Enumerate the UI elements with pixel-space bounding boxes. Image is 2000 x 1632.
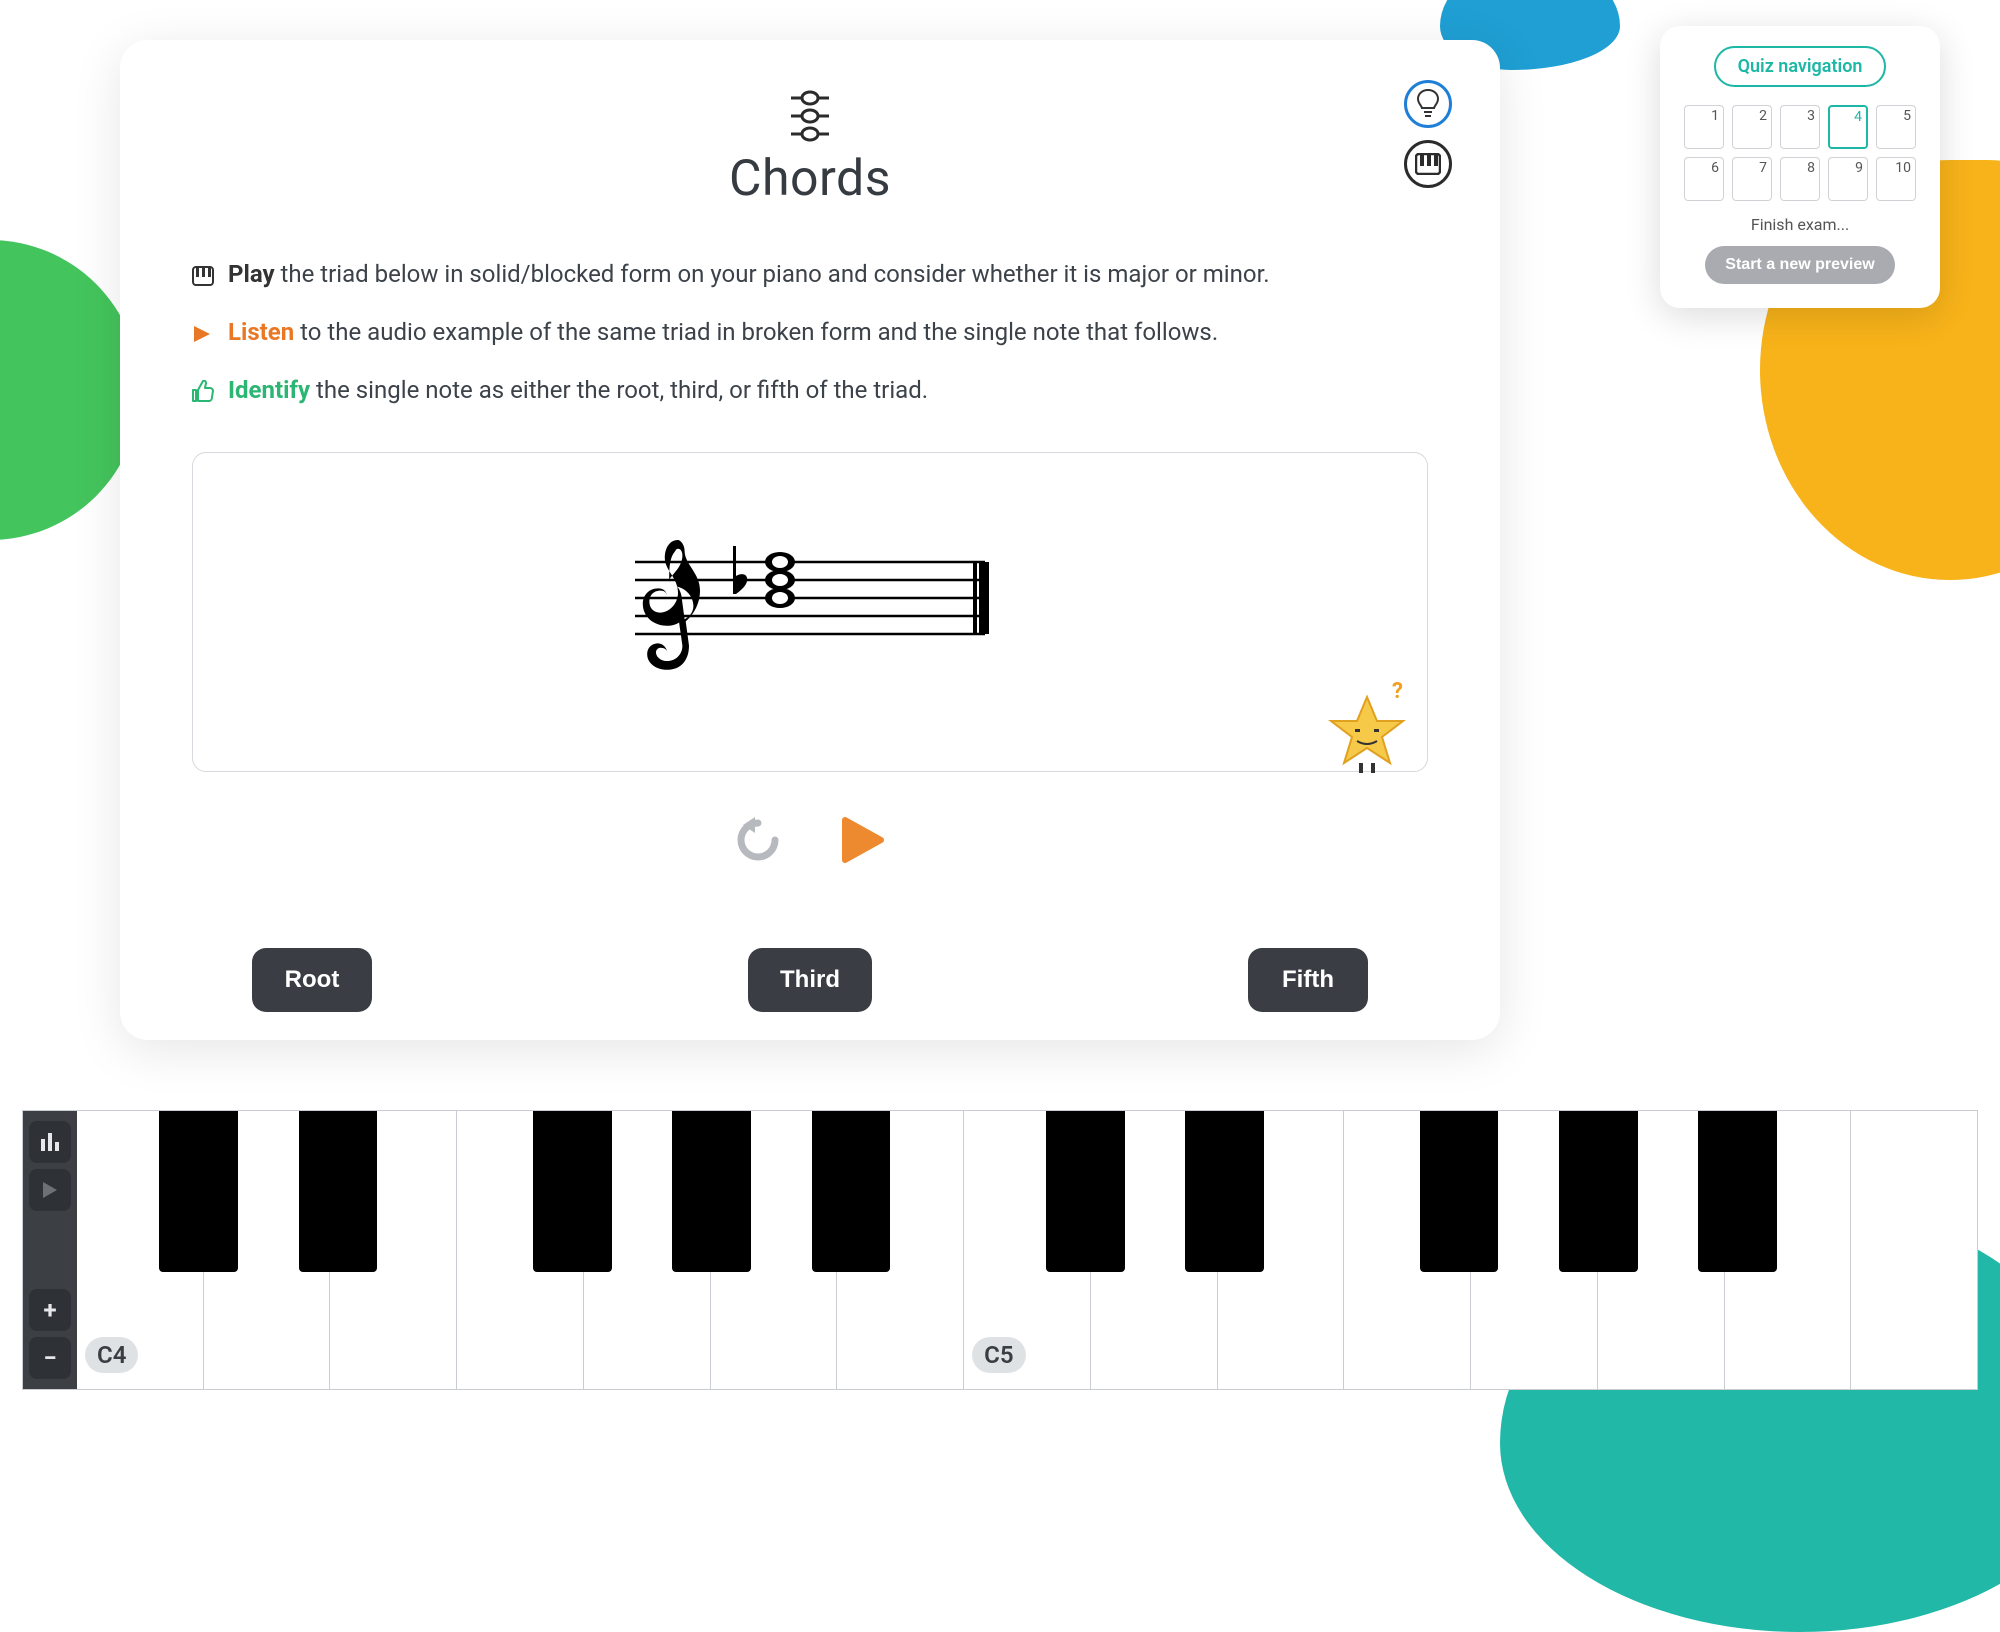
text-play: the triad below in solid/blocked form on… [281,260,1270,288]
quiz-nav-title: Quiz navigation [1714,46,1887,87]
chords-icon [785,88,835,144]
quiz-nav-item-2[interactable]: 2 [1732,105,1772,149]
piano-settings-button[interactable] [29,1121,71,1163]
black-key[interactable] [1420,1111,1499,1272]
piano-zoom-in-button[interactable]: + [29,1289,71,1331]
hint-button[interactable] [1404,80,1452,128]
play-audio-button[interactable] [841,816,885,868]
quiz-nav-item-3[interactable]: 3 [1780,105,1820,149]
question-card: Chords [120,40,1500,1040]
verb-listen: Listen [228,318,294,346]
piano-zoom-out-button[interactable]: − [29,1337,71,1379]
piano-play-button[interactable] [29,1169,71,1211]
key-label-c5: C5 [972,1337,1025,1373]
piano-toolbar: + − [23,1111,77,1389]
instruction-play: Play the triad below in solid/blocked fo… [192,256,1428,296]
equalizer-icon [39,1131,61,1153]
quiz-nav-grid: 12345 678910 [1682,105,1918,201]
instructions: Play the triad below in solid/blocked fo… [192,256,1428,412]
verb-identify: Identify [228,376,310,404]
quiz-nav-item-7[interactable]: 7 [1732,157,1772,201]
quiz-nav-item-4[interactable]: 4 [1828,105,1868,149]
mascot-star: ? [1327,693,1407,773]
answer-root[interactable]: Root [252,948,372,1012]
start-new-preview-button[interactable]: Start a new preview [1705,246,1894,284]
piano-widget: + − C4 C5 [22,1110,1978,1390]
piano-small-icon [192,260,214,296]
black-key[interactable] [1559,1111,1638,1272]
black-key[interactable] [672,1111,751,1272]
quiz-nav-item-6[interactable]: 6 [1684,157,1724,201]
quiz-nav-panel: Quiz navigation 12345 678910 Finish exam.… [1660,26,1940,308]
answer-third[interactable]: Third [748,948,872,1012]
quiz-nav-item-10[interactable]: 10 [1876,157,1916,201]
key-label-c4: C4 [85,1337,138,1373]
lightbulb-icon [1417,89,1439,119]
keyboard-icon [1415,153,1441,175]
black-key[interactable] [1046,1111,1125,1272]
music-staff [625,522,995,702]
playback-controls [192,816,1428,868]
question-mark-icon: ? [1392,679,1403,704]
instruction-identify: Identify the single note as either the r… [192,372,1428,412]
finish-exam-link[interactable]: Finish exam... [1682,215,1918,234]
piano-keyboard[interactable]: C4 C5 [77,1111,1977,1389]
quiz-nav-item-8[interactable]: 8 [1780,157,1820,201]
verb-play: Play [228,260,275,288]
play-icon [41,1180,59,1200]
play-small-icon [192,318,214,354]
answer-fifth[interactable]: Fifth [1248,948,1368,1012]
bg-blob-green [0,240,140,540]
card-title: Chords [192,150,1428,208]
toggle-keyboard-button[interactable] [1404,140,1452,188]
text-identify: the single note as either the root, thir… [316,376,928,404]
black-key[interactable] [1185,1111,1264,1272]
black-key[interactable] [812,1111,891,1272]
quiz-nav-item-1[interactable]: 1 [1684,105,1724,149]
quiz-nav-item-5[interactable]: 5 [1876,105,1916,149]
black-key[interactable] [533,1111,612,1272]
black-key[interactable] [299,1111,378,1272]
replay-icon [735,817,781,863]
black-key[interactable] [1698,1111,1777,1272]
staff-box: ? [192,452,1428,772]
replay-button[interactable] [735,817,781,867]
black-key[interactable] [159,1111,238,1272]
thumbs-up-icon [192,376,214,412]
answer-row: Root Third Fifth [252,948,1368,1012]
play-icon [841,816,885,864]
quiz-nav-item-9[interactable]: 9 [1828,157,1868,201]
instruction-listen: Listen to the audio example of the same … [192,314,1428,354]
white-key[interactable] [1851,1111,1977,1389]
card-header: Chords [192,88,1428,208]
text-listen: to the audio example of the same triad i… [300,318,1218,346]
